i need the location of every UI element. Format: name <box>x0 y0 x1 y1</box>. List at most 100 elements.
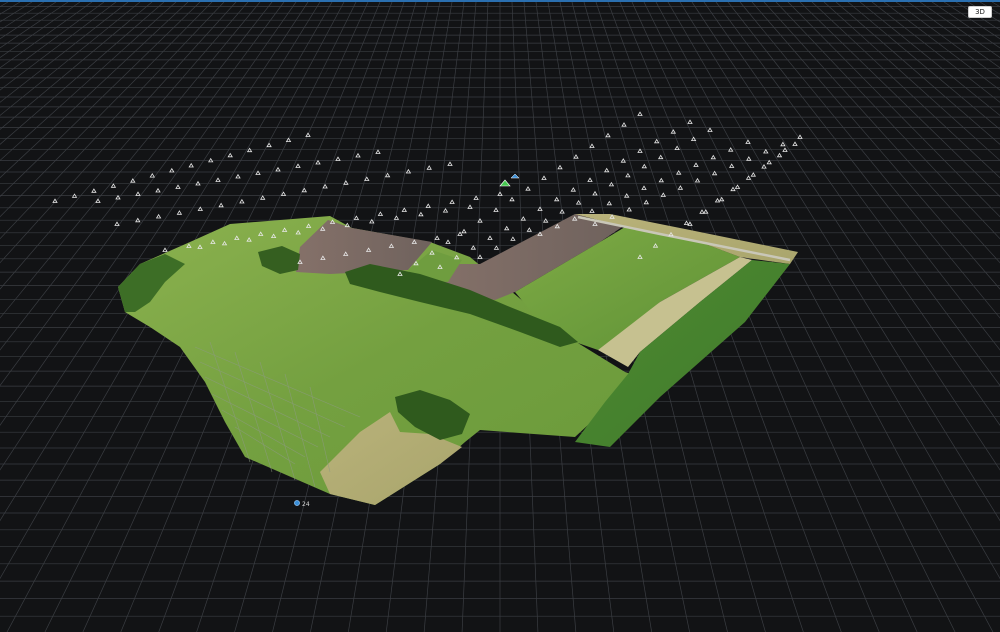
camera-position-icon[interactable] <box>573 154 579 159</box>
camera-position-icon[interactable] <box>694 177 701 183</box>
camera-position-icon[interactable] <box>322 183 328 189</box>
camera-position-icon[interactable] <box>375 149 381 154</box>
camera-position-icon[interactable] <box>266 142 272 148</box>
camera-position-icon[interactable] <box>280 191 287 196</box>
camera-position-icon[interactable] <box>260 195 266 200</box>
camera-position-icon[interactable] <box>110 183 117 188</box>
camera-position-icon[interactable] <box>553 196 560 202</box>
camera-position-icon[interactable] <box>658 177 665 183</box>
camera-position-icon[interactable] <box>235 173 241 179</box>
camera-position-icon[interactable] <box>780 141 786 147</box>
camera-position-icon[interactable] <box>175 184 181 189</box>
camera-position-icon[interactable] <box>149 173 156 178</box>
camera-position-icon[interactable] <box>541 175 547 180</box>
camera-position-icon[interactable] <box>218 202 224 208</box>
camera-position-icon[interactable] <box>355 152 361 158</box>
camera-position-icon[interactable] <box>557 164 563 170</box>
selected-camera-icon[interactable] <box>499 179 511 187</box>
camera-position-icon[interactable] <box>135 191 141 196</box>
camera-position-icon[interactable] <box>405 168 412 174</box>
camera-position-icon[interactable] <box>384 172 391 178</box>
camera-position-icon[interactable] <box>714 197 721 203</box>
camera-position-icon[interactable] <box>520 216 527 221</box>
scene-canvas[interactable]: 24 <box>0 2 1000 632</box>
camera-position-icon[interactable] <box>155 213 162 219</box>
camera-position-icon[interactable] <box>285 137 292 143</box>
camera-position-icon[interactable] <box>626 206 632 212</box>
camera-position-icon[interactable] <box>509 196 515 202</box>
camera-position-icon[interactable] <box>728 163 735 168</box>
camera-position-icon[interactable] <box>239 198 245 204</box>
camera-position-icon[interactable] <box>657 154 664 160</box>
camera-position-icon[interactable] <box>730 186 736 192</box>
camera-position-icon[interactable] <box>621 122 627 127</box>
camera-position-icon[interactable] <box>434 235 440 240</box>
camera-position-icon[interactable] <box>641 185 647 190</box>
camera-position-icon[interactable] <box>707 127 713 132</box>
camera-position-icon[interactable] <box>693 162 699 167</box>
camera-position-icon[interactable] <box>589 143 595 148</box>
camera-position-icon[interactable] <box>418 211 424 217</box>
camera-position-icon[interactable] <box>761 164 767 169</box>
selected-camera-icon-secondary[interactable] <box>510 173 520 179</box>
camera-position-icon[interactable] <box>335 156 341 161</box>
camera-position-icon[interactable] <box>246 147 253 153</box>
camera-position-icon[interactable] <box>487 235 493 240</box>
camera-position-icon[interactable] <box>643 199 649 205</box>
camera-position-icon[interactable] <box>353 215 360 220</box>
camera-position-icon[interactable] <box>653 138 660 144</box>
view-mode-button[interactable]: 3D <box>968 6 992 18</box>
camera-position-icon[interactable] <box>449 199 455 204</box>
camera-position-icon[interactable] <box>592 190 598 196</box>
ground-control-point[interactable]: 24 <box>294 500 310 508</box>
camera-position-icon[interactable] <box>763 148 769 154</box>
camera-position-icon[interactable] <box>776 152 783 158</box>
camera-position-icon[interactable] <box>605 132 611 138</box>
camera-position-icon[interactable] <box>503 225 510 231</box>
camera-position-icon[interactable] <box>477 254 483 259</box>
camera-position-icon[interactable] <box>710 154 717 160</box>
camera-position-icon[interactable] <box>687 119 693 124</box>
camera-position-icon[interactable] <box>603 167 610 173</box>
camera-position-icon[interactable] <box>745 175 752 180</box>
camera-position-icon[interactable] <box>445 239 451 244</box>
camera-position-icon[interactable] <box>637 111 643 116</box>
camera-position-icon[interactable] <box>782 147 788 152</box>
camera-position-icon[interactable] <box>766 159 772 165</box>
camera-position-icon[interactable] <box>188 162 194 168</box>
camera-position-icon[interactable] <box>114 221 120 226</box>
camera-position-icon[interactable] <box>493 245 500 250</box>
camera-position-icon[interactable] <box>461 228 467 234</box>
camera-position-icon[interactable] <box>637 148 643 153</box>
camera-position-icon[interactable] <box>275 166 281 172</box>
camera-position-icon[interactable] <box>606 200 613 206</box>
camera-position-icon[interactable] <box>683 220 690 226</box>
camera-position-icon[interactable] <box>525 186 531 191</box>
camera-position-icon[interactable] <box>393 215 400 220</box>
camera-position-icon[interactable] <box>425 203 431 208</box>
camera-position-icon[interactable] <box>608 181 615 187</box>
selected-camera-marker[interactable] <box>499 173 520 187</box>
camera-position-icon[interactable] <box>176 210 183 215</box>
camera-position-icon[interactable] <box>215 177 221 182</box>
camera-position-icon[interactable] <box>625 172 631 178</box>
camera-position-icon[interactable] <box>155 187 161 193</box>
camera-position-icon[interactable] <box>295 163 301 168</box>
camera-position-icon[interactable] <box>746 156 752 161</box>
camera-position-icon[interactable] <box>315 159 321 165</box>
camera-position-icon[interactable] <box>442 208 449 213</box>
camera-position-icon[interactable] <box>493 207 499 212</box>
camera-position-icon[interactable] <box>473 195 479 200</box>
camera-position-icon[interactable] <box>227 152 233 158</box>
camera-position-icon[interactable] <box>734 184 741 189</box>
camera-position-icon[interactable] <box>169 167 175 173</box>
camera-position-icon[interactable] <box>589 208 595 213</box>
camera-position-icon[interactable] <box>377 211 384 216</box>
camera-position-icon[interactable] <box>510 236 516 241</box>
camera-position-icon[interactable] <box>792 141 798 146</box>
camera-position-icon[interactable] <box>750 172 757 177</box>
camera-position-icon[interactable] <box>401 207 408 212</box>
camera-position-icon[interactable] <box>660 192 667 197</box>
camera-position-icon[interactable] <box>470 245 477 250</box>
camera-position-icon[interactable] <box>95 198 101 203</box>
